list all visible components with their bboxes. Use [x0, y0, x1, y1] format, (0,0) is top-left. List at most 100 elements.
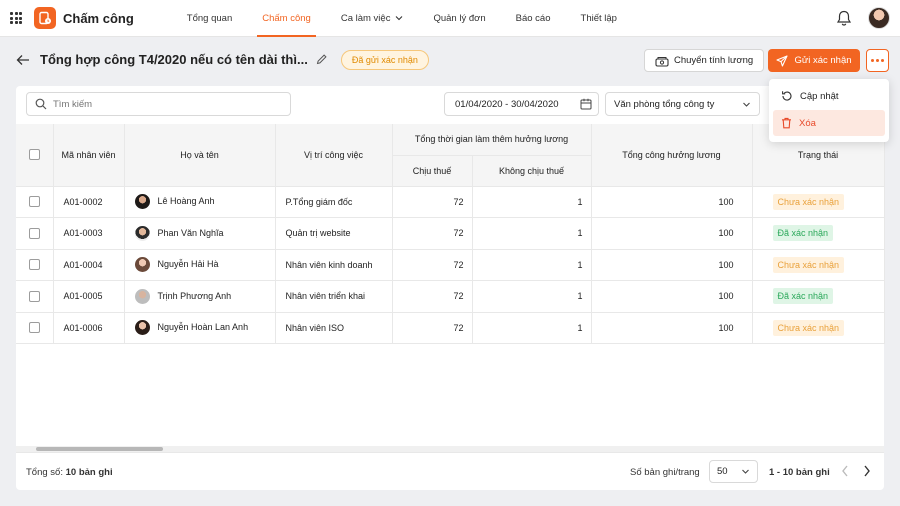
per-page-value: 50 [717, 466, 728, 477]
employee-position: Nhân viên kinh doanh [275, 249, 393, 281]
row-checkbox[interactable] [28, 290, 40, 302]
status-badge: Chưa xác nhận [772, 256, 845, 273]
employee-position: P.Tổng giám đốc [275, 186, 393, 218]
header-position[interactable]: Vị trí công việc [275, 124, 393, 187]
user-avatar[interactable] [868, 7, 890, 29]
per-page-label: Số bản ghi/trang [630, 467, 700, 478]
row-checkbox[interactable] [28, 196, 40, 208]
status-badge: Đã xác nhận [772, 225, 834, 242]
nav-item-reports[interactable]: Báo cáo [505, 0, 562, 37]
page-title: Tổng hợp công T4/2020 nếu có tên dài thì… [40, 52, 308, 67]
select-all-checkbox[interactable] [28, 149, 40, 161]
avatar [134, 320, 150, 336]
more-actions-menu: Cập nhật Xóa [769, 79, 889, 142]
employee-name: Nguyễn Hoàn Lan Anh [157, 322, 249, 333]
chevron-down-icon [743, 102, 750, 107]
table-row[interactable]: A01-0006 Nguyễn Hoàn Lan Anh Nhân viên ISO… [16, 312, 885, 344]
chevron-right-icon[interactable] [862, 464, 872, 478]
table-footer: Tổng số: 10 bản ghi Số bản ghi/trang 50 … [16, 452, 884, 490]
transfer-payroll-label: Chuyển tính lương [674, 55, 754, 66]
per-page-select[interactable]: 50 [709, 460, 758, 483]
transfer-payroll-button[interactable]: Chuyển tính lương [644, 49, 765, 72]
avatar [134, 288, 150, 304]
employee-name: Nguyễn Hải Hà [157, 259, 219, 270]
row-checkbox[interactable] [28, 322, 40, 334]
topbar-right [836, 7, 890, 29]
more-icon [881, 59, 884, 62]
send-icon [776, 54, 789, 67]
chevron-left-icon[interactable] [840, 464, 850, 478]
search-box[interactable] [26, 92, 291, 116]
bell-icon[interactable] [836, 10, 852, 27]
status-badge: Chưa xác nhận [772, 319, 845, 336]
table-row[interactable]: A01-0005 Trịnh Phương Anh Nhân viên triển … [16, 280, 885, 313]
table-row[interactable]: A01-0004 Nguyễn Hải Hà Nhân viên kinh doan… [16, 249, 885, 281]
menu-item-update[interactable]: Cập nhật [773, 83, 885, 109]
taxable-hours: 72 [392, 249, 473, 281]
page-range: 1 - 10 bản ghi [769, 467, 830, 478]
header-employee-id[interactable]: Mã nhân viên [53, 124, 125, 187]
employee-name-cell: Nguyễn Hoàn Lan Anh [124, 312, 276, 344]
table-row[interactable]: A01-0002 Lê Hoàng Anh P.Tổng giám đốc 72 1 10… [16, 186, 885, 218]
nav-label: Chấm công [262, 12, 311, 24]
header-full-name[interactable]: Họ và tên [124, 124, 276, 187]
total-records: Tổng số: 10 bản ghi [26, 467, 113, 478]
header-paid-total[interactable]: Tổng công hưởng lương [591, 124, 753, 187]
employee-name-cell: Trịnh Phương Anh [124, 280, 276, 313]
send-confirmation-button[interactable]: Gửi xác nhận [768, 49, 860, 72]
row-select-cell [16, 186, 54, 218]
nav-item-settings[interactable]: Thiết lập [570, 0, 628, 37]
status-cell: Đã xác nhận [752, 217, 885, 250]
table-row[interactable]: A01-0003 Phan Văn Nghĩa Quản trị website 72… [16, 217, 885, 250]
avatar [134, 257, 150, 273]
employee-id: A01-0006 [53, 312, 125, 344]
nontaxable-hours: 1 [472, 217, 592, 250]
menu-item-update-label: Cập nhật [800, 90, 839, 102]
status-cell: Đã xác nhận [752, 280, 885, 313]
arrow-left-icon[interactable] [16, 54, 30, 66]
nontaxable-hours: 1 [472, 312, 592, 344]
paid-total: 100 [591, 249, 753, 281]
apps-grid-icon[interactable] [10, 12, 22, 24]
nav-item-timekeeping[interactable]: Chấm công [251, 0, 322, 37]
paid-total: 100 [591, 280, 753, 313]
paid-total: 100 [591, 186, 753, 218]
employee-name: Trịnh Phương Anh [157, 290, 232, 301]
employee-name-cell: Lê Hoàng Anh [124, 186, 276, 218]
content-card: 01/04/2020 - 30/04/2020 Văn phòng tổng c… [16, 86, 885, 490]
row-checkbox[interactable] [28, 259, 40, 271]
status-badge: Đã xác nhận [772, 288, 834, 305]
taxable-hours: 72 [392, 217, 473, 250]
more-icon [871, 59, 874, 62]
nontaxable-hours: 1 [472, 186, 592, 218]
trash-icon [782, 117, 791, 129]
nav-label: Ca làm việc [340, 12, 391, 24]
employee-id: A01-0004 [53, 249, 125, 281]
more-button[interactable] [866, 49, 889, 72]
nontaxable-hours: 1 [472, 280, 592, 313]
header-taxable[interactable]: Chịu thuế [392, 155, 473, 187]
row-checkbox[interactable] [28, 227, 40, 239]
date-range-picker[interactable]: 01/04/2020 - 30/04/2020 [444, 92, 599, 116]
row-select-cell [16, 312, 54, 344]
employee-name: Lê Hoàng Anh [157, 196, 215, 207]
nav-item-overview[interactable]: Tổng quan [176, 0, 243, 37]
menu-item-delete-label: Xóa [799, 117, 816, 129]
date-range-value: 01/04/2020 - 30/04/2020 [455, 98, 559, 110]
nav-item-requests[interactable]: Quản lý đơn [422, 0, 496, 37]
main-nav: Tổng quan Chấm công Ca làm việc Quản lý … [176, 0, 636, 37]
calendar-icon [580, 98, 592, 110]
header-nontaxable[interactable]: Không chịu thuế [472, 155, 592, 187]
office-select[interactable]: Văn phòng tổng công ty [605, 92, 760, 116]
paid-total: 100 [591, 312, 753, 344]
employee-name-cell: Nguyễn Hải Hà [124, 249, 276, 281]
nav-item-shifts[interactable]: Ca làm việc [330, 0, 415, 37]
scrollbar-thumb[interactable] [36, 447, 163, 451]
taxable-hours: 72 [392, 312, 473, 344]
pencil-icon[interactable] [316, 54, 327, 65]
taxable-hours: 72 [392, 280, 473, 313]
search-input[interactable] [53, 98, 273, 110]
menu-item-delete[interactable]: Xóa [773, 110, 885, 136]
top-navbar: Chấm công Tổng quan Chấm công Ca làm việ… [0, 0, 900, 37]
nav-label: Tổng quan [186, 12, 233, 24]
